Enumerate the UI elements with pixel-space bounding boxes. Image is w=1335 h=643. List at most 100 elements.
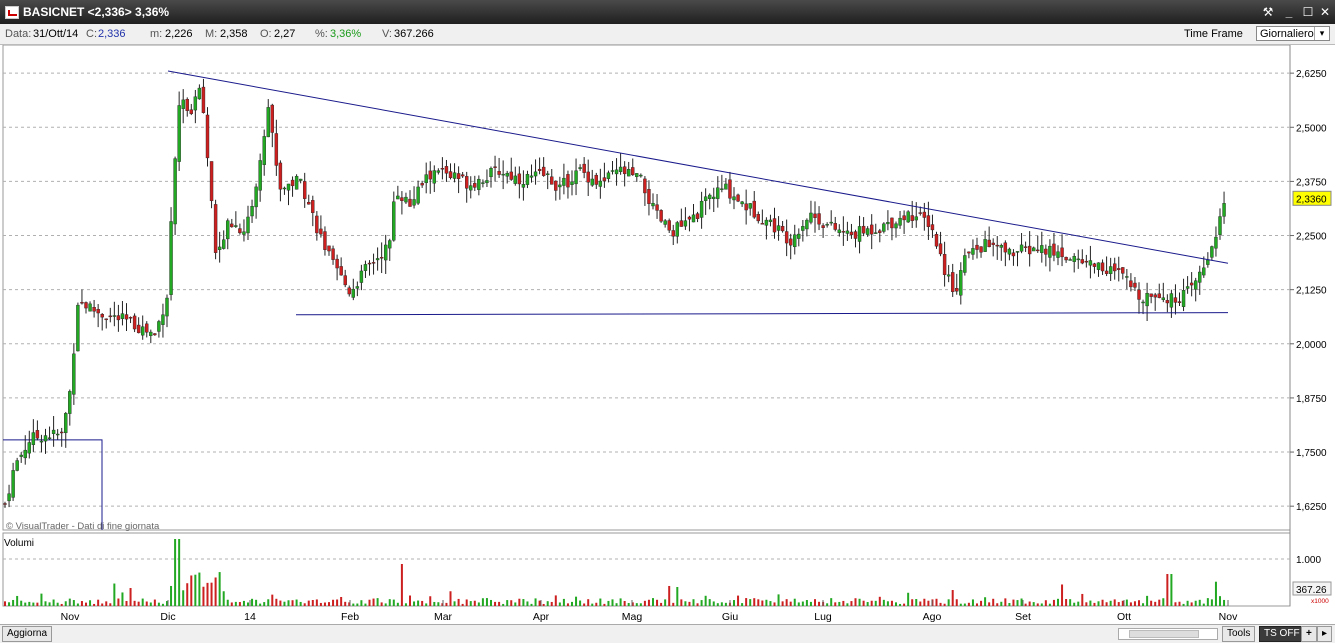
ts-off-button[interactable]: TS OFF [1259,626,1305,642]
volume-bar [259,603,262,606]
candle-body [995,244,999,247]
volume-bar [866,602,869,606]
candle-body [1181,290,1186,307]
maximize-icon[interactable]: ☐ [1300,4,1316,20]
candle-body [331,248,335,260]
refresh-button[interactable]: Aggiorna [2,626,53,642]
volume-bar [522,599,525,606]
candle-body [323,231,327,250]
volume-bar [1105,602,1108,606]
min-label: m: [150,28,163,40]
volume-bar [1089,600,1092,606]
volume-bar [121,592,124,606]
candle-body [776,225,781,231]
timeframe-value: Giornaliero [1260,28,1314,40]
volume-bar [178,539,181,606]
volume-bar [1133,601,1136,606]
candle-body [752,200,756,218]
volume-bar [1170,574,1173,606]
candle-body [878,230,882,233]
candle-body [396,195,400,200]
volume-bar [526,601,529,606]
volume-bar [20,600,23,606]
volume-bar [980,600,983,606]
volume-bar [765,599,768,606]
volume-bar [542,603,545,606]
volume-bar [583,603,586,606]
volume-bar [603,603,606,606]
volume-bar [656,599,659,606]
candle-body [307,201,311,205]
volume-bar [295,599,298,606]
volume-bar [619,598,622,606]
volume-bar [417,600,420,606]
volume-bar [963,603,966,606]
close-icon[interactable]: ✕ [1317,4,1333,20]
minimize-icon[interactable]: _ [1281,4,1297,20]
volume-bar [12,599,15,606]
volume-bar [4,601,6,606]
volume-bar [473,600,476,606]
volume-bar [623,600,626,606]
candle-body [541,166,546,176]
timeframe-select[interactable]: Giornaliero ▾ [1256,26,1330,41]
volume-bar [502,603,505,606]
volume-bar [1186,600,1189,606]
candle-body [837,229,841,233]
volume-bar [1048,603,1051,606]
volume-bar [263,602,266,606]
volume-bar [80,601,83,606]
volume-bar [1166,574,1169,606]
volume-bar [733,600,735,606]
candle-body [987,239,991,248]
tools-button[interactable]: Tools [1222,626,1256,642]
candle-body [554,180,558,191]
price-chart[interactable]: 2,6250 2,5000 2,3750 2,2500 2,1250 2,0000 1,87… [0,45,1335,624]
candle-body [821,225,825,228]
volume-bar [692,599,695,606]
volume-bar [1061,584,1064,606]
candle-body [537,168,542,171]
settings-tool-icon[interactable]: ⚒ [1260,4,1276,20]
volume-bar [846,603,849,606]
candle-body [922,211,927,218]
volume-bar [368,599,371,606]
horizontal-scrollbar[interactable] [1118,628,1218,640]
volume-bar [271,594,274,606]
title-bar: BASICNET <2,336> 3,36% ⚒ _ ☐ ✕ [0,0,1335,24]
volume-bar [16,595,19,606]
volume-bar [161,603,164,606]
volume-bar [680,599,683,606]
candle-body [412,199,416,206]
volume-bar [1065,599,1068,606]
volume-bar [477,602,480,606]
volume-bar [615,603,618,606]
candle-body [161,314,165,325]
volume-bar [230,602,233,606]
chevron-down-icon: ▾ [1314,27,1329,40]
candle-body [942,254,947,275]
candle-body [602,177,607,182]
volume-bar [352,603,355,606]
volume-bar [323,602,326,606]
volume-bar [506,600,509,606]
volume-bar [838,601,841,606]
volume-bar [672,602,675,606]
candle-body [805,219,809,230]
candle-body [432,170,436,184]
volume-bar [1040,603,1043,606]
candle-body [1117,268,1121,270]
window-title: BASICNET <2,336> 3,36% [23,5,170,19]
volume-bar [490,599,492,606]
add-button[interactable]: + [1301,626,1317,642]
volume-bar [251,598,254,606]
volume-bar [660,602,663,606]
volume-bar [437,602,440,606]
volume-bar [984,597,987,606]
menu-arrow-button[interactable]: ▸ [1317,626,1333,642]
scroll-thumb[interactable] [1129,630,1199,638]
volume-bar [858,598,861,606]
candle-body [266,107,270,138]
volume-bar [943,603,946,606]
candle-body [1202,267,1206,276]
